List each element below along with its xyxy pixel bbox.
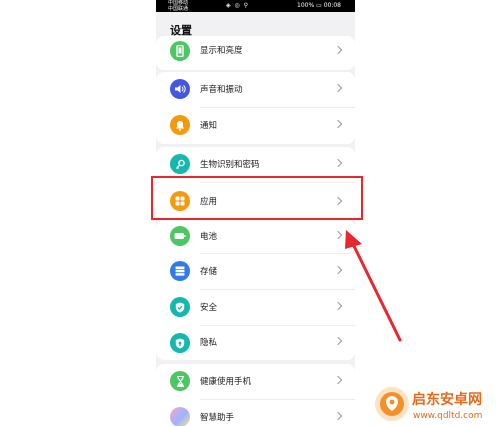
- settings-item-display[interactable]: 显示和亮度: [156, 36, 355, 70]
- bell-icon: [170, 115, 190, 135]
- settings-card-device: 电池 存储 安全 隐私: [156, 220, 355, 360]
- settings-item-digital-balance[interactable]: 健康使用手机: [156, 364, 355, 400]
- settings-card-sound: 声音和振动 通知: [156, 72, 355, 144]
- settings-item-label: 隐私: [200, 338, 218, 348]
- chevron-right-icon: [333, 83, 343, 93]
- signal-icons: ◈ ◎ ⚲: [226, 2, 250, 9]
- settings-item-battery[interactable]: 电池: [156, 220, 355, 254]
- settings-item-privacy[interactable]: 隐私: [156, 326, 355, 360]
- settings-item-assistant[interactable]: 智慧助手: [156, 400, 355, 426]
- chevron-right-icon: [333, 375, 343, 385]
- watermark-url: www.qdltd.com: [413, 411, 482, 421]
- settings-item-label: 健康使用手机: [200, 377, 252, 387]
- battery-percent: 100%: [297, 2, 315, 9]
- settings-item-sound[interactable]: 声音和振动: [156, 72, 355, 108]
- phone-display-icon: [170, 41, 190, 61]
- red-arrow-icon: [345, 230, 402, 342]
- settings-item-notify[interactable]: 通知: [156, 108, 355, 144]
- assistant-orb-icon: [170, 407, 190, 426]
- clock: 00:08: [323, 2, 341, 9]
- settings-item-label: 电池: [200, 232, 218, 242]
- chevron-right-icon: [333, 158, 343, 168]
- storage-icon: [170, 261, 190, 281]
- chevron-right-icon: [333, 119, 343, 129]
- carrier-info: 中国移动 中国联通: [168, 0, 228, 12]
- chevron-right-icon: [333, 411, 343, 421]
- settings-card-wellbeing: 健康使用手机 智慧助手: [156, 364, 355, 426]
- settings-item-security[interactable]: 安全: [156, 290, 355, 326]
- settings-item-label: 声音和振动: [200, 85, 243, 95]
- battery-icon: [170, 226, 190, 246]
- highlight-box: [151, 176, 363, 220]
- hourglass-icon: [170, 371, 190, 391]
- status-bar: 中国移动 中国联通 ◈ ◎ ⚲ 100% ▭ 00:08: [156, 0, 355, 12]
- settings-item-label: 显示和亮度: [200, 46, 243, 56]
- speaker-icon: [170, 79, 190, 99]
- watermark-name: 启东安卓网: [412, 391, 482, 408]
- settings-item-label: 存储: [200, 267, 218, 277]
- key-icon: [170, 154, 190, 174]
- shield-check-icon: [170, 297, 190, 317]
- battery-icon: ▭: [316, 2, 322, 9]
- watermark-logo: 启东安卓网 www.qdltd.com: [375, 387, 482, 421]
- settings-item-label: 通知: [200, 121, 218, 131]
- chevron-right-icon: [333, 45, 343, 55]
- privacy-lock-icon: [170, 333, 190, 353]
- settings-item-label: 智慧助手: [200, 413, 235, 423]
- battery-time: 100% ▭ 00:08: [297, 3, 341, 9]
- carrier-2: 中国联通: [168, 6, 189, 12]
- settings-item-storage[interactable]: 存储: [156, 254, 355, 290]
- settings-item-label: 安全: [200, 303, 218, 313]
- settings-card-display: 显示和亮度: [156, 36, 355, 70]
